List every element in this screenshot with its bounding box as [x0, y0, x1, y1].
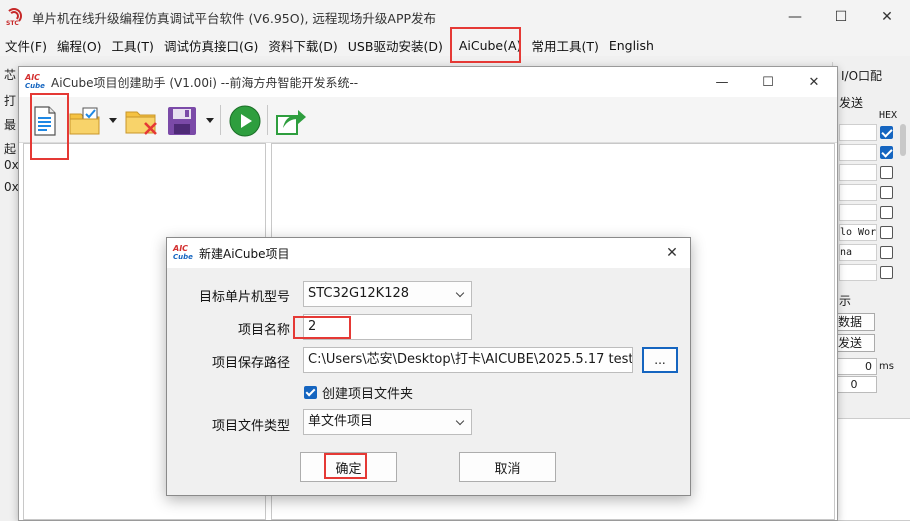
right-panel-scrollbar[interactable]: [900, 124, 906, 156]
browse-button[interactable]: ...: [642, 347, 678, 373]
hex-label: HEX: [879, 110, 898, 121]
count-input[interactable]: 0: [835, 376, 877, 393]
hex-checkbox[interactable]: [880, 206, 893, 219]
io-config-tab[interactable]: I/O口配: [841, 67, 882, 84]
mcu-select[interactable]: STC32G12K128: [303, 281, 472, 307]
send-row[interactable]: na: [839, 244, 877, 261]
aicube-logo-icon: AIC Cube: [173, 244, 193, 262]
hex-checkbox[interactable]: [880, 126, 893, 139]
close-icon[interactable]: ✕: [660, 241, 684, 265]
data-button[interactable]: 数据: [835, 313, 875, 331]
export-icon[interactable]: [275, 105, 307, 137]
interval-input[interactable]: 0: [835, 358, 877, 375]
close-project-icon[interactable]: [125, 105, 159, 137]
menu-file[interactable]: 文件(F): [0, 36, 52, 55]
send-row[interactable]: [839, 164, 877, 181]
close-icon[interactable]: ✕: [864, 0, 910, 34]
send-row[interactable]: [839, 184, 877, 201]
main-window-title: 单片机在线升级编程仿真调试平台软件 (V6.95O), 远程现场升级APP发布: [32, 10, 437, 26]
maximize-icon[interactable]: ☐: [745, 67, 791, 97]
hex-checkbox[interactable]: [880, 266, 893, 279]
receive-log: [835, 418, 910, 521]
run-icon[interactable]: [229, 105, 261, 137]
open-dropdown-icon[interactable]: [109, 118, 117, 123]
helper-toolbar: [19, 97, 837, 143]
dialog-title: 新建AiCube项目: [199, 246, 290, 261]
mcu-label: 目标单片机型号: [198, 290, 290, 305]
chevron-down-icon: [455, 288, 465, 298]
main-menubar: 文件(F) 编程(O) 工具(T) 调试仿真接口(G) 资料下载(D) USB驱…: [0, 34, 910, 56]
send-row[interactable]: [839, 144, 877, 161]
hex-checkbox[interactable]: [880, 226, 893, 239]
new-file-icon[interactable]: [33, 105, 57, 137]
hex-checkbox[interactable]: [880, 166, 893, 179]
hex-checkbox[interactable]: [880, 146, 893, 159]
main-titlebar: STC 单片机在线升级编程仿真调试平台软件 (V6.95O), 远程现场升级AP…: [0, 0, 910, 34]
close-icon[interactable]: ✕: [791, 67, 837, 97]
menu-english[interactable]: English: [604, 38, 659, 53]
hex-checkbox[interactable]: [880, 186, 893, 199]
aicube-logo-icon: AIC Cube: [25, 73, 45, 91]
send-row[interactable]: [839, 204, 877, 221]
send-header: 发送: [839, 96, 864, 110]
send-button[interactable]: 发送: [835, 334, 875, 352]
project-name-label: 项目名称: [237, 323, 290, 338]
menu-debug-interface[interactable]: 调试仿真接口(G): [159, 36, 263, 55]
create-folder-checkbox[interactable]: [304, 386, 317, 399]
dialog-titlebar: AIC Cube 新建AiCube项目 ✕: [167, 238, 690, 268]
minimize-icon[interactable]: —: [699, 67, 745, 97]
helper-titlebar: AIC Cube AiCube项目创建助手 (V1.00i) --前海方舟智能开…: [19, 67, 837, 97]
new-project-dialog: AIC Cube 新建AiCube项目 ✕ 目标单片机型号 STC32G12K1…: [166, 237, 691, 496]
save-path-label: 项目保存路径: [211, 356, 290, 371]
save-icon[interactable]: [167, 105, 197, 137]
save-dropdown-icon[interactable]: [206, 118, 214, 123]
send-row[interactable]: [839, 124, 877, 141]
menu-tools[interactable]: 工具(T): [107, 36, 159, 55]
menu-usb-driver[interactable]: USB驱动安装(D): [343, 36, 448, 55]
send-row[interactable]: [839, 264, 877, 281]
menu-aicube[interactable]: AiCube(A): [454, 38, 527, 53]
open-folder-icon[interactable]: [69, 105, 103, 137]
menu-common-tools[interactable]: 常用工具(T): [526, 36, 603, 55]
menu-program[interactable]: 编程(O): [52, 36, 107, 55]
toolbar-separator: [267, 105, 268, 135]
mcu-select-value: STC32G12K128: [308, 286, 410, 301]
main-right-panel: I/O口配 发送 HEX lo Wor na 示 数据 发送 0 ms 0: [832, 62, 910, 521]
send-row[interactable]: lo Wor: [839, 224, 877, 241]
cancel-button[interactable]: 取消: [459, 452, 556, 482]
file-type-label: 项目文件类型: [211, 419, 290, 434]
project-name-input[interactable]: 2: [303, 314, 472, 340]
maximize-icon[interactable]: ☐: [818, 0, 864, 34]
ms-label: ms: [879, 361, 894, 372]
toolbar-separator: [220, 105, 221, 135]
file-type-select[interactable]: 单文件项目: [303, 409, 472, 435]
menu-downloads[interactable]: 资料下载(D): [263, 36, 342, 55]
chevron-down-icon: [455, 416, 465, 426]
helper-window-title: AiCube项目创建助手 (V1.00i) --前海方舟智能开发系统--: [51, 75, 359, 90]
save-path-input[interactable]: C:\Users\芯安\Desktop\打卡\AICUBE\2025.5.17 …: [303, 347, 633, 373]
create-folder-label[interactable]: 创建项目文件夹: [322, 383, 413, 402]
ok-button[interactable]: 确定: [300, 452, 397, 482]
hex-checkbox[interactable]: [880, 246, 893, 259]
file-type-select-value: 单文件项目: [308, 414, 374, 429]
stc-logo-icon: STC: [6, 8, 24, 27]
minimize-icon[interactable]: —: [772, 0, 818, 34]
display-label: 示: [839, 294, 852, 308]
